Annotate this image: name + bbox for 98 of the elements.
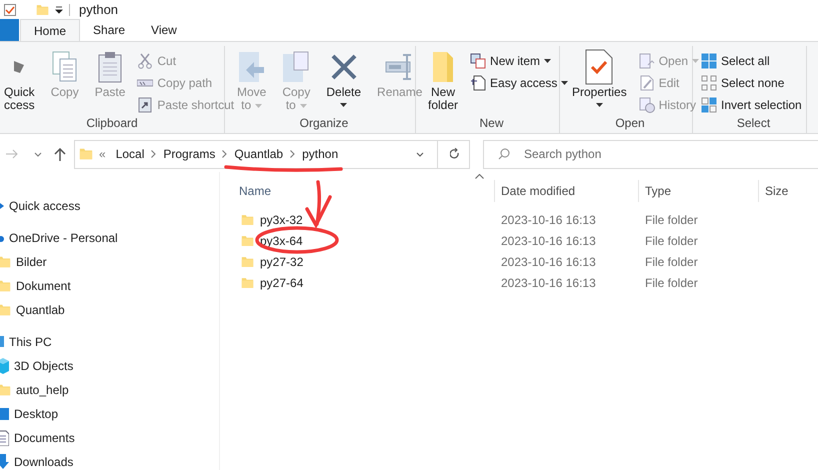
scissors-icon xyxy=(137,53,154,69)
table-cell-text: 2023-10-16 16:13 xyxy=(500,232,597,250)
nav-item[interactable]: Dokument xyxy=(0,274,219,298)
ribbon-group-label: Organize xyxy=(300,116,348,130)
caret-icon xyxy=(596,103,603,107)
table-cell-text: File folder xyxy=(644,274,699,292)
close-icon xyxy=(330,53,358,81)
file-name: py27-64 xyxy=(260,274,304,292)
table-cell-text: File folder xyxy=(644,232,699,250)
caret-icon xyxy=(561,81,568,85)
new-item-icon xyxy=(470,53,486,69)
shortcut-icon xyxy=(137,97,154,113)
column-header[interactable]: Name xyxy=(220,180,494,202)
chevron-icon xyxy=(222,150,228,158)
properties-icon xyxy=(584,49,614,85)
ribbon-button[interactable]: Delete xyxy=(322,48,366,118)
table-cell-text: File folder xyxy=(644,212,699,228)
ribbon-small-button[interactable]: Easy access xyxy=(470,72,568,94)
breadcrumb[interactable]: Local xyxy=(112,145,148,163)
caret-icon[interactable] xyxy=(55,6,63,14)
edit-icon xyxy=(638,75,655,91)
file-row[interactable]: py3x-32 2023-10-16 16:13 File folder xyxy=(220,209,818,230)
refresh-icon[interactable] xyxy=(450,148,460,160)
caret-icon xyxy=(340,103,348,107)
nav-item[interactable]: Downloads xyxy=(0,450,219,470)
nav-item[interactable]: OneDrive - Personal xyxy=(0,226,219,250)
breadcrumb[interactable]: python xyxy=(298,145,342,163)
search-icon xyxy=(498,148,510,160)
invert-selection-icon xyxy=(701,97,717,113)
history-icon xyxy=(638,97,655,113)
nav-item[interactable]: Quick access xyxy=(0,194,219,218)
file-row[interactable]: py27-32 2023-10-16 16:13 File folder xyxy=(220,251,818,272)
nav-item[interactable]: Quantlab xyxy=(0,298,219,322)
copy-icon xyxy=(52,51,78,83)
table-cell-text: 2023-10-16 16:13 xyxy=(500,254,597,270)
caret-icon xyxy=(300,104,307,108)
file-row[interactable]: py27-64 2023-10-16 16:13 File folder xyxy=(220,272,818,293)
folder-icon xyxy=(79,146,93,162)
checkbox-icon[interactable] xyxy=(4,4,16,16)
nav-item[interactable]: Documents xyxy=(0,426,219,450)
column-header[interactable]: Date modified xyxy=(494,180,638,202)
table-cell-text: File folder xyxy=(644,254,699,270)
move-icon xyxy=(238,51,266,83)
select-none-icon xyxy=(701,75,717,91)
ribbon-group-label: New xyxy=(479,116,504,130)
caret-icon[interactable] xyxy=(416,152,424,156)
file-name: py27-32 xyxy=(260,254,304,270)
ribbon-tab[interactable]: Share xyxy=(80,19,138,41)
nav-item[interactable]: 3D Objects xyxy=(0,354,219,378)
chevron-icon xyxy=(290,150,296,158)
ribbon-group-label: Open xyxy=(615,116,645,130)
caret-icon xyxy=(544,59,552,63)
window-title: python xyxy=(79,0,118,19)
desktop-icon xyxy=(0,407,9,421)
nav-item[interactable]: auto_help xyxy=(0,378,219,402)
folder-icon xyxy=(36,2,49,16)
folder-icon xyxy=(0,382,11,398)
table-cell-text: 2023-10-16 16:13 xyxy=(500,274,597,292)
nav-item[interactable]: This PC xyxy=(0,330,219,354)
caret-icon xyxy=(255,104,262,108)
ribbon-small-button[interactable]: New item xyxy=(470,50,568,72)
ribbon-button[interactable]: Quick ccess xyxy=(0,48,39,118)
overflow-chevron[interactable]: « xyxy=(96,145,109,163)
sort-icon xyxy=(475,174,484,179)
documents-icon xyxy=(0,430,9,446)
ribbon-small-button[interactable]: Select none xyxy=(701,72,802,94)
document-icon xyxy=(470,75,486,91)
folder-icon xyxy=(0,302,11,318)
search-field[interactable]: Search python xyxy=(483,140,818,168)
column-header[interactable]: Size xyxy=(758,180,818,202)
nav-item[interactable]: Desktop xyxy=(0,402,219,426)
breadcrumb[interactable]: Quantlab xyxy=(230,145,288,163)
downloads-icon xyxy=(0,454,9,470)
caret-icon xyxy=(692,59,700,63)
table-cell-text: 2023-10-16 16:13 xyxy=(500,212,597,228)
ribbon-button[interactable]: New folder xyxy=(424,48,462,118)
ribbon-group-label: Select xyxy=(736,116,770,130)
cube-icon xyxy=(0,358,9,374)
file-name: py3x-32 xyxy=(260,212,303,228)
ribbon-button[interactable]: Properties xyxy=(568,48,631,118)
up-arrow-icon[interactable] xyxy=(54,148,66,160)
folder-icon xyxy=(432,51,454,83)
open-icon xyxy=(638,53,655,69)
ribbon-group-label: Clipboard xyxy=(86,116,138,130)
copy-to-icon xyxy=(282,51,310,83)
folder-icon xyxy=(0,278,11,294)
breadcrumb[interactable]: Programs xyxy=(159,145,220,163)
ribbon-small-button[interactable]: Invert selection xyxy=(701,94,802,116)
chevron-icon xyxy=(151,150,156,158)
column-header[interactable]: Type xyxy=(638,180,758,202)
address-bar[interactable]: « Local Programs Quantlab python xyxy=(74,140,470,168)
ribbon-tab[interactable]: Home xyxy=(20,19,80,41)
nav-item[interactable]: Bilder xyxy=(0,250,219,274)
select-all-icon xyxy=(701,53,717,69)
ribbon-tab[interactable]: View xyxy=(138,19,190,41)
ribbon-small-button[interactable]: Select all xyxy=(701,50,802,72)
clipboard-icon xyxy=(98,51,122,83)
folder-icon xyxy=(0,254,11,270)
